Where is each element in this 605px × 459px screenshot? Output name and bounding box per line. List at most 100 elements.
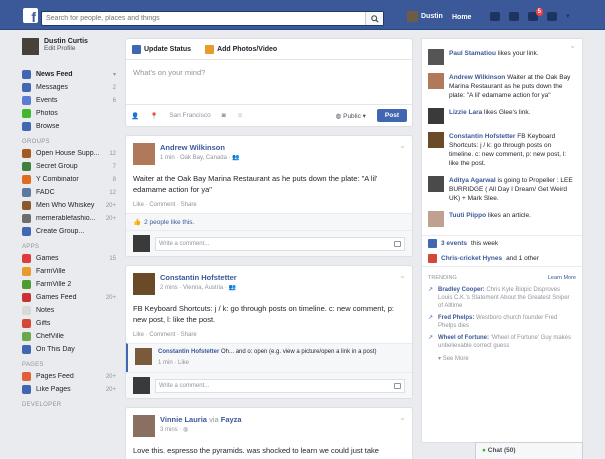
ticker-settings-icon[interactable]: ⌄ <box>569 41 576 50</box>
trending-item[interactable]: ↗ Wheel of Fortune: 'Wheel of Fortune' Gu… <box>422 332 582 352</box>
apps-section-title: APPS <box>22 244 40 250</box>
ticker-item[interactable]: Lizzie Lara likes Glee's link. <box>422 104 582 128</box>
sidebar-item-events[interactable]: Events 6 <box>0 94 120 107</box>
avatar <box>133 235 150 252</box>
calendar-icon <box>22 96 31 105</box>
chevron-down-icon[interactable]: ⌄ <box>399 271 406 280</box>
status-input[interactable]: What's on your mind? <box>126 60 412 104</box>
sidebar-item-photos[interactable]: Photos <box>0 107 120 120</box>
post-actions[interactable]: Like · Comment · Share <box>126 199 412 213</box>
location-label[interactable]: San Francisco <box>169 112 211 119</box>
composer-toolbar: 👤 📍 San Francisco ◙ ☺ ◍ Public ▾ Post <box>126 104 412 126</box>
facebook-logo-icon[interactable]: f <box>23 8 38 25</box>
post-meta: 1 min · Oak Bay, Canada · 👥 <box>160 155 240 161</box>
trending-item[interactable]: ↗ Bradley Cooper: Chris Kyle Biopic Dispr… <box>422 284 582 312</box>
tab-add-photos[interactable]: Add Photos/Video <box>205 45 277 54</box>
camera-icon[interactable] <box>394 240 401 247</box>
avatar <box>407 11 418 22</box>
comment: Constantin Hofstetter Oh... and o: open … <box>126 343 412 372</box>
search-box[interactable] <box>41 11 384 26</box>
chat-bar[interactable]: ● Chat (50) <box>475 442 583 459</box>
post-text: Love this. espresso the pyramids. was sh… <box>133 446 379 455</box>
ticker-item[interactable]: Aditya Agarwal is going to Propeller : L… <box>422 172 582 207</box>
sidebar-item-group[interactable]: FADC 12 <box>0 186 120 199</box>
sidebar-item-app[interactable]: FarmVille <box>0 265 120 278</box>
avatar[interactable] <box>133 143 155 165</box>
pages-section-title: PAGES <box>22 362 44 368</box>
post-author[interactable]: Constantin Hofstetter <box>160 273 237 282</box>
sidebar-item-app[interactable]: Notes <box>0 304 120 317</box>
avatar[interactable] <box>135 348 152 365</box>
sidebar-item-group[interactable]: Men Who Whiskey 20+ <box>0 199 120 212</box>
learn-more-link[interactable]: Learn More <box>548 275 576 281</box>
friend-requests-icon[interactable] <box>490 12 500 21</box>
privacy-lock-icon[interactable] <box>547 12 557 21</box>
search-button[interactable] <box>365 12 383 25</box>
post-actions[interactable]: Like · Comment · Share <box>126 329 412 343</box>
camera-icon[interactable] <box>394 382 401 389</box>
ticker-item[interactable]: Paul Stamatiou likes your link. <box>422 45 582 69</box>
edit-profile-link[interactable]: Edit Profile <box>44 45 88 52</box>
sidebar-profile[interactable]: Dustin Curtis Edit Profile <box>0 38 120 68</box>
profile-name[interactable]: Dustin Curtis <box>44 38 88 45</box>
sidebar-item-messages[interactable]: Messages 2 <box>0 81 120 94</box>
sidebar-item-app[interactable]: FarmVille 2 <box>0 278 120 291</box>
sidebar-item-app[interactable]: On This Day <box>0 343 120 356</box>
tab-update-status[interactable]: Update Status <box>132 45 191 54</box>
post-author[interactable]: Andrew Wilkinson <box>160 143 240 152</box>
sidebar-item-group[interactable]: Y Combinator 8 <box>0 173 120 186</box>
games-feed-icon <box>22 293 31 302</box>
audience-selector[interactable]: ◍ Public ▾ <box>336 112 366 120</box>
ticker-item[interactable]: Tuuti Piippo likes an article. <box>422 207 582 231</box>
sidebar-item-like-pages[interactable]: Like Pages 20+ <box>0 383 120 396</box>
farmville-icon <box>22 267 31 276</box>
profile-link[interactable]: Dustin <box>407 11 443 22</box>
search-input[interactable] <box>42 12 362 25</box>
sidebar-item-app[interactable]: Games Feed 20+ <box>0 291 120 304</box>
trending-item[interactable]: ↗ Fred Phelps: Westboro church founder Fr… <box>422 312 582 332</box>
chevron-down-icon[interactable]: ⌄ <box>399 413 406 422</box>
sidebar-item-news-feed[interactable]: News Feed ▾ <box>0 68 120 81</box>
sidebar-item-group[interactable]: Secret Group 7 <box>0 160 120 173</box>
avatar <box>22 38 39 55</box>
right-sidebar: ⌄ Paul Stamatiou likes your link. Andrew… <box>421 38 583 443</box>
group-icon <box>22 175 31 184</box>
comment-author[interactable]: Constantin Hofstetter <box>158 349 219 355</box>
events-reminder[interactable]: 3 events this week <box>422 235 582 251</box>
comment-input[interactable]: Write a comment... <box>155 378 405 393</box>
photo-icon[interactable]: ◙ <box>222 112 226 119</box>
sidebar-item-group[interactable]: memerablefashio... 20+ <box>0 212 120 225</box>
sidebar-item-group[interactable]: Open House Supp... 12 <box>0 147 120 160</box>
ticker-item[interactable]: Andrew Wilkinson Waiter at the Oak Bay M… <box>422 69 582 104</box>
sidebar-item-app[interactable]: Gifts <box>0 317 120 330</box>
home-link[interactable]: Home <box>452 14 471 21</box>
location-icon[interactable]: 📍 <box>150 112 158 120</box>
comment-input[interactable]: Write a comment... <box>155 236 405 251</box>
pages-feed-icon <box>22 372 31 381</box>
comment-text: Oh... and o: open (e.g. view a picture/o… <box>221 349 377 355</box>
avatar[interactable] <box>133 273 155 295</box>
post-button[interactable]: Post <box>376 109 407 122</box>
chevron-down-icon[interactable]: ⌄ <box>399 141 406 150</box>
settings-dropdown-icon[interactable]: ▾ <box>566 12 573 21</box>
likes-summary[interactable]: 👍 2 people like this. <box>126 213 412 230</box>
sidebar-item-app[interactable]: ChefVille <box>0 330 120 343</box>
sidebar-item-browse[interactable]: Browse <box>0 120 120 133</box>
comment-meta[interactable]: 1 min · Like <box>158 359 405 368</box>
top-navigation-bar: f Dustin Home 5 ▾ <box>0 0 605 30</box>
ticker-item[interactable]: Constantin Hofstetter FB Keyboard Shortc… <box>422 128 582 172</box>
feeling-icon[interactable]: ☺ <box>237 112 244 119</box>
sidebar-item-pages-feed[interactable]: Pages Feed 20+ <box>0 370 120 383</box>
messages-icon[interactable] <box>509 12 519 21</box>
messages-icon <box>22 83 31 92</box>
see-more-link[interactable]: ▾ See More <box>422 352 582 362</box>
groups-section-title: GROUPS <box>22 139 50 145</box>
sidebar-item-create-group[interactable]: Create Group... <box>0 225 120 238</box>
notifications-icon[interactable]: 5 <box>528 8 543 21</box>
gift-icon <box>22 319 31 328</box>
avatar[interactable] <box>133 415 155 437</box>
status-icon <box>132 45 141 54</box>
sidebar-item-app[interactable]: Games 15 <box>0 252 120 265</box>
tag-friends-icon[interactable]: 👤 <box>131 112 139 120</box>
birthday-reminder[interactable]: Chris-cricket Hynes and 1 other <box>422 251 582 266</box>
